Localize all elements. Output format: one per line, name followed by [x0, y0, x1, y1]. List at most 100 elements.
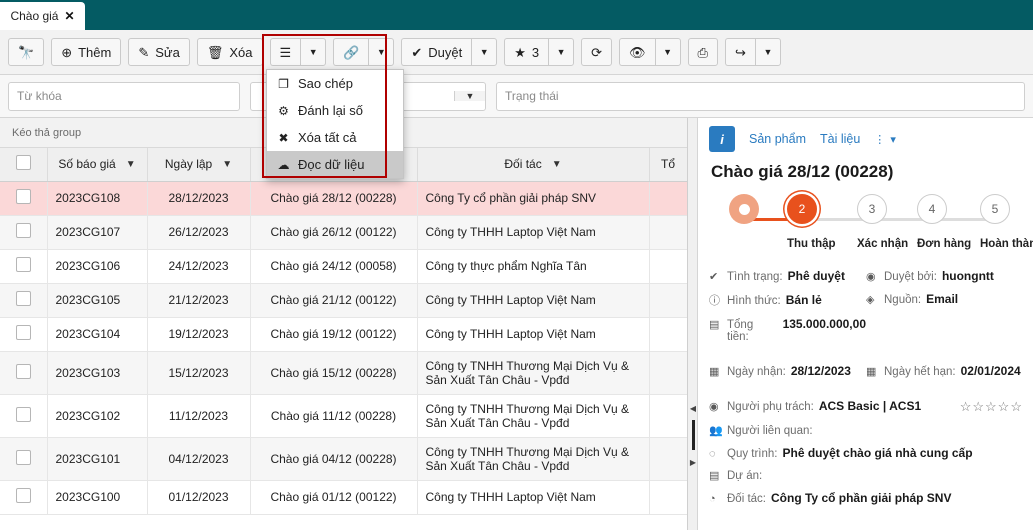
cell-code: 2023CG107 — [47, 215, 148, 250]
row-checkbox[interactable] — [15, 488, 31, 503]
check-circle-icon: ✔ — [411, 44, 423, 60]
cell-date: 24/12/2023 — [147, 249, 251, 284]
row-checkbox[interactable] — [15, 363, 31, 379]
header-total[interactable]: Tổ — [649, 148, 687, 182]
field-project: ▤ Dự án: — [709, 469, 1023, 482]
approve-caret[interactable]: ▼ — [471, 38, 498, 66]
step-node-0[interactable] — [729, 194, 759, 224]
select-all-checkbox[interactable] — [15, 155, 31, 171]
print-button[interactable]: ⎙ — [687, 38, 718, 66]
splitter-collapse-right-icon[interactable]: ▶ — [689, 458, 697, 467]
table-row[interactable]: 2023CG104 19/12/2023 Chào giá 19/12 (00122… — [0, 317, 687, 352]
table-row[interactable]: 2023CG108 28/12/2023 Chào giá 28/12 (00228… — [0, 181, 687, 216]
approve-button[interactable]: ✔ Duyệt — [401, 38, 472, 66]
add-button[interactable]: ⊕ Thêm — [51, 38, 122, 66]
filter-icon[interactable]: ▼ — [552, 159, 562, 170]
chevron-down-icon: ▼ — [376, 47, 386, 57]
row-checkbox[interactable] — [15, 325, 31, 340]
tab-info[interactable]: i — [709, 126, 735, 152]
cell-code: 2023CG105 — [47, 283, 148, 318]
tab-products[interactable]: Sản phẩm — [749, 132, 806, 146]
header-partner-label: Đối tác — [504, 157, 542, 172]
total-value: 135.000.000,00 — [782, 317, 866, 331]
row-checkbox[interactable] — [15, 257, 31, 272]
step-node-3[interactable]: 4 Đơn hàng — [917, 194, 971, 250]
info-circle-icon: ⓘ — [709, 295, 720, 307]
menu-item-copy[interactable]: ❐ Sao chép — [267, 70, 403, 97]
share-caret[interactable]: ▼ — [754, 38, 781, 66]
link-caret[interactable]: ▼ — [368, 38, 395, 66]
table-row[interactable]: 2023CG100 01/12/2023 Chào giá 01/12 (00122… — [0, 480, 687, 515]
table-row[interactable]: 2023CG105 21/12/2023 Chào giá 21/12 (00122… — [0, 283, 687, 318]
step-node-4[interactable]: 5 Hoàn thành — [980, 194, 1033, 250]
header-partner[interactable]: Đối tác ▼ — [417, 148, 650, 182]
delete-button[interactable]: 🗑 Xóa — [196, 38, 263, 66]
header-date[interactable]: Ngày lập ▼ — [147, 148, 251, 182]
status-input[interactable]: Trạng thái — [496, 81, 1025, 111]
filter-icon[interactable]: ▼ — [222, 159, 232, 170]
filter-icon[interactable]: ▼ — [126, 159, 136, 170]
calendar-icon: ▦ — [709, 366, 720, 378]
quotation-grid: Kéo thả group Số báo giá ▼ Ngày lập ▼ Đố… — [0, 118, 688, 530]
table-row[interactable]: 2023CG102 11/12/2023 Chào giá 11/12 (00228… — [0, 394, 687, 438]
hamburger-menu-caret[interactable]: ▼ — [300, 38, 327, 66]
recv-value: 28/12/2023 — [790, 364, 851, 378]
edit-button[interactable]: ✎ Sửa — [128, 38, 190, 66]
approver-value: huongntt — [941, 269, 994, 283]
view-caret[interactable]: ▼ — [654, 38, 681, 66]
menu-item-gears[interactable]: ⚙ Đánh lại số — [267, 97, 403, 124]
link-button[interactable]: 🔗 — [333, 38, 369, 66]
share-button[interactable]: ↪ — [724, 38, 755, 66]
header-code[interactable]: Số báo giá ▼ — [47, 148, 148, 182]
gears-icon: ⚙ — [278, 103, 289, 118]
cell-code: 2023CG100 — [47, 480, 148, 515]
menu-item-delete-circle[interactable]: ✖ Xóa tất cả — [267, 124, 403, 151]
cell-partner: Công ty THHH Laptop Việt Nam — [417, 215, 650, 250]
cell-name: Chào giá 11/12 (00228) — [250, 394, 418, 438]
favorite-button[interactable]: ★ 3 — [504, 38, 549, 66]
menu-item-cloud-upload[interactable]: ☁ Đọc dữ liệu — [267, 151, 403, 178]
menu-item-label: Sao chép — [298, 76, 353, 91]
search-button[interactable]: 🔭 — [8, 38, 45, 66]
window-titlebar — [0, 0, 1033, 30]
star-count: 3 — [531, 44, 540, 60]
tab-documents[interactable]: Tài liệu — [820, 132, 860, 146]
cell-total — [649, 480, 687, 515]
view-button[interactable]: 👁 — [619, 38, 655, 66]
chevron-down-icon[interactable]: ▼ — [454, 91, 485, 101]
link-split-button: 🔗 ▼ — [333, 38, 395, 66]
rating-stars[interactable]: ☆☆☆☆☆ — [960, 399, 1023, 415]
panel-splitter[interactable]: ◀ ▶ — [688, 118, 698, 530]
favorite-caret[interactable]: ▼ — [548, 38, 575, 66]
step-circle-2: 2 — [787, 194, 817, 224]
step-node-1[interactable]: 2 Thu thập — [787, 194, 836, 250]
row-select-cell — [0, 351, 48, 395]
row-checkbox[interactable] — [15, 291, 31, 306]
more-actions-split-button: ☰ ▼ — [269, 38, 327, 66]
tab-overflow-menu-icon[interactable]: ⋮ ▾ — [874, 133, 897, 146]
keyword-input[interactable]: Từ khóa — [8, 81, 240, 111]
plus-circle-icon: ⊕ — [61, 44, 73, 60]
user-circle-icon: ◉ — [866, 271, 876, 283]
refresh-button[interactable]: ⟳ — [581, 38, 613, 66]
tab-chao-gia[interactable]: Chào giá ✕ — [0, 2, 85, 30]
step-node-2[interactable]: 3 Xác nhận — [857, 194, 908, 250]
row-checkbox[interactable] — [15, 449, 31, 465]
cell-name: Chào giá 01/12 (00122) — [250, 480, 418, 515]
splitter-collapse-left-icon[interactable]: ◀ — [689, 404, 697, 413]
status-label: Tình trạng: — [727, 271, 783, 283]
splitter-handle[interactable] — [692, 420, 695, 450]
eye-icon: 👁 — [629, 44, 646, 60]
close-icon[interactable]: ✕ — [64, 9, 74, 23]
hamburger-menu-button[interactable]: ☰ — [269, 38, 301, 66]
row-select-cell — [0, 317, 48, 352]
row-checkbox[interactable] — [15, 223, 31, 238]
cell-name: Chào giá 24/12 (00058) — [250, 249, 418, 284]
table-row[interactable]: 2023CG106 24/12/2023 Chào giá 24/12 (00058… — [0, 249, 687, 284]
row-checkbox[interactable] — [15, 189, 31, 204]
table-row[interactable]: 2023CG103 15/12/2023 Chào giá 15/12 (00228… — [0, 351, 687, 395]
table-row[interactable]: 2023CG107 26/12/2023 Chào giá 26/12 (00122… — [0, 215, 687, 250]
table-row[interactable]: 2023CG101 04/12/2023 Chào giá 04/12 (00228… — [0, 437, 687, 481]
row-checkbox[interactable] — [15, 406, 31, 422]
cell-date: 28/12/2023 — [147, 181, 251, 216]
